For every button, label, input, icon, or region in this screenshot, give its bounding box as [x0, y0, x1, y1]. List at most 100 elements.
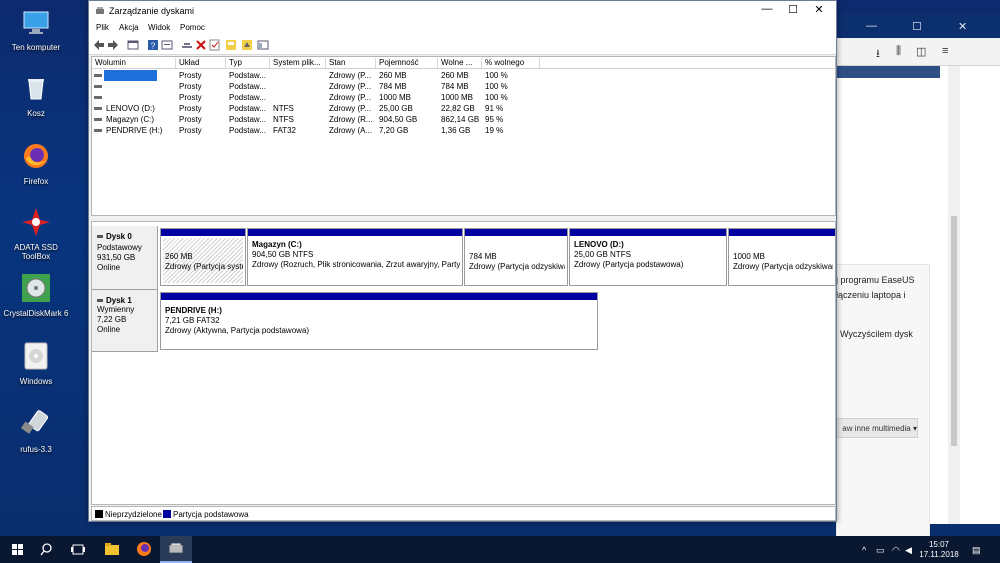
scrollbar-thumb[interactable]: [951, 216, 957, 446]
legend-swatch-unallocated: [95, 510, 103, 518]
check-icon[interactable]: [209, 39, 221, 51]
table-row[interactable]: PENDRIVE (H:) Prosty Podstaw... FAT32 Zd…: [92, 125, 835, 136]
start-windows-icon[interactable]: [2, 536, 34, 563]
volume-icon: [94, 118, 102, 121]
volume-list[interactable]: Wolumin Układ Typ System plik... Stan Po…: [91, 56, 836, 216]
tray-chevron-icon[interactable]: ^: [862, 545, 866, 555]
volume-icon[interactable]: ◀: [905, 545, 912, 556]
desktop-icon-rufus[interactable]: rufus-3.3: [0, 408, 72, 454]
window-titlebar[interactable]: Zarządzanie dyskami — ☐ ✕: [89, 1, 836, 21]
settings-window-icon[interactable]: [257, 39, 269, 51]
desktop-icon-adata-ssd-toolbox[interactable]: ADATA SSD ToolBox: [0, 206, 72, 261]
clock[interactable]: 15:07 17.11.2018: [916, 540, 962, 560]
partition-body: LENOVO (D:) 25,00 GB NTFS Zdrowy (Partyc…: [572, 238, 724, 283]
connect-icon[interactable]: [181, 39, 193, 51]
menu-icon[interactable]: ≡: [942, 45, 948, 57]
browser-scrollbar[interactable]: [948, 66, 960, 524]
menu-help[interactable]: Pomoc: [180, 23, 205, 32]
maximize-button[interactable]: ☐: [781, 3, 805, 19]
column-header[interactable]: Pojemność: [376, 58, 438, 68]
column-header[interactable]: Stan: [326, 58, 376, 68]
notification-icon[interactable]: ▤: [972, 545, 981, 556]
cell-layout: Prosty: [179, 115, 202, 124]
disk-management-window[interactable]: Zarządzanie dyskami — ☐ ✕ Plik Akcja Wid…: [88, 0, 837, 522]
disk-0-label[interactable]: Dysk 0 Podstawowy 931,50 GB Online: [92, 226, 158, 290]
network-icon[interactable]: ◠: [892, 545, 900, 556]
desktop-icon-this-pc[interactable]: Ten komputer: [0, 6, 72, 52]
desktop-icon-label: Ten komputer: [11, 43, 61, 52]
format-icon[interactable]: [225, 39, 237, 51]
console-tree-icon[interactable]: [127, 39, 139, 51]
table-row[interactable]: Prosty Podstaw... Zdrowy (P... 1000 MB 1…: [92, 92, 835, 103]
cell-capacity: 784 MB: [379, 82, 407, 91]
firefox-icon[interactable]: [128, 536, 160, 563]
desktop-icon-crystaldiskmark[interactable]: CrystalDiskMark 6: [0, 272, 72, 318]
disk-1-label[interactable]: Dysk 1 Wymienny 7,22 GB Online: [92, 290, 158, 352]
maximize-icon[interactable]: ☐: [912, 20, 922, 33]
column-header[interactable]: System plik...: [270, 58, 326, 68]
disk-graphical-view[interactable]: Dysk 0 Podstawowy 931,50 GB Online 260 M…: [91, 221, 836, 505]
close-button[interactable]: ✕: [807, 3, 831, 19]
partition-title: Magazyn (C:): [252, 240, 302, 249]
sidebar-icon[interactable]: ◫: [916, 45, 926, 58]
disk-management-taskbar-icon[interactable]: [160, 536, 192, 563]
partition-status: Zdrowy (Partycja odzyskiwania): [469, 262, 565, 271]
rescan-icon[interactable]: [241, 39, 253, 51]
minimize-button[interactable]: —: [755, 3, 779, 19]
battery-icon[interactable]: ▭: [876, 545, 885, 556]
menu-action[interactable]: Akcja: [119, 23, 139, 32]
cell-filesystem: NTFS: [273, 115, 294, 124]
download-icon[interactable]: ⭳: [876, 45, 880, 64]
partition-efi[interactable]: 260 MB Zdrowy (Partycja systemowa EFI): [160, 228, 246, 286]
menu-file[interactable]: Plik: [96, 23, 109, 32]
cell-type: Podstaw...: [229, 126, 266, 135]
column-header[interactable]: % wolnego: [482, 58, 540, 68]
cell-capacity: 25,00 GB: [379, 104, 413, 113]
table-row[interactable]: Prosty Podstaw... Zdrowy (P... 260 MB 26…: [92, 70, 835, 81]
search-icon[interactable]: [32, 536, 64, 563]
partition-recovery-784[interactable]: 784 MB Zdrowy (Partycja odzyskiwania): [464, 228, 568, 286]
help-icon[interactable]: ?: [147, 39, 159, 51]
menu-view[interactable]: Widok: [148, 23, 170, 32]
partition-recovery-1000[interactable]: 1000 MB Zdrowy (Partycja odzyskiwania): [728, 228, 836, 286]
back-arrow-icon[interactable]: [93, 39, 105, 51]
properties-icon[interactable]: [161, 39, 173, 51]
close-icon[interactable]: ✕: [958, 20, 967, 33]
recycle-bin-icon: [28, 79, 44, 100]
partition-size: 7,21 GB FAT32: [165, 316, 220, 325]
cell-pct-free: 19 %: [485, 126, 504, 135]
background-browser-window[interactable]: — ☐ ✕ ⭳ ⫼ ◫ ≡ j programu EaseUS łączeniu…: [834, 14, 1000, 563]
minimize-icon[interactable]: —: [866, 20, 877, 32]
partition-bar: [729, 229, 835, 236]
cell-type: Podstaw...: [229, 93, 266, 102]
cell-free: 22,82 GB: [441, 104, 475, 113]
partition-lenovo-d[interactable]: LENOVO (D:) 25,00 GB NTFS Zdrowy (Partyc…: [569, 228, 727, 286]
volume-icon: [94, 85, 102, 88]
cell-pct-free: 100 %: [485, 82, 508, 91]
cell-free: 1000 MB: [441, 93, 474, 102]
column-header[interactable]: Wolne ...: [438, 58, 482, 68]
desktop-icon-recycle-bin[interactable]: Kosz: [0, 72, 72, 118]
forward-arrow-icon[interactable]: [107, 39, 119, 51]
table-row[interactable]: LENOVO (D:) Prosty Podstaw... NTFS Zdrow…: [92, 103, 835, 114]
more-multimedia-button[interactable]: aw inne multimedia ▾: [834, 418, 918, 438]
library-icon[interactable]: ⫼: [896, 45, 901, 58]
file-explorer-icon[interactable]: [96, 536, 128, 563]
delete-icon[interactable]: [195, 39, 207, 51]
desktop-icon-firefox[interactable]: Firefox: [0, 140, 72, 186]
desktop-icon-label: Firefox: [23, 177, 49, 186]
desktop-icon-windows[interactable]: Windows: [0, 340, 72, 386]
column-header[interactable]: Typ: [226, 58, 270, 68]
partition-pendrive-h[interactable]: PENDRIVE (H:) 7,21 GB FAT32 Zdrowy (Akty…: [160, 292, 598, 350]
cell-pct-free: 91 %: [485, 104, 504, 113]
disk-kind: Wymienny: [97, 305, 135, 314]
desktop-icon-label: CrystalDiskMark 6: [3, 309, 69, 318]
table-row[interactable]: Magazyn (C:) Prosty Podstaw... NTFS Zdro…: [92, 114, 835, 125]
column-header[interactable]: Wolumin: [92, 58, 176, 68]
partition-magazyn-c[interactable]: Magazyn (C:) 904,50 GB NTFS Zdrowy (Rozr…: [247, 228, 463, 286]
clock-time: 15:07: [928, 540, 950, 549]
column-header[interactable]: Układ: [176, 58, 226, 68]
task-view-icon[interactable]: [62, 536, 94, 563]
partition-size: 25,00 GB NTFS: [574, 250, 631, 259]
table-row[interactable]: Prosty Podstaw... Zdrowy (P... 784 MB 78…: [92, 81, 835, 92]
